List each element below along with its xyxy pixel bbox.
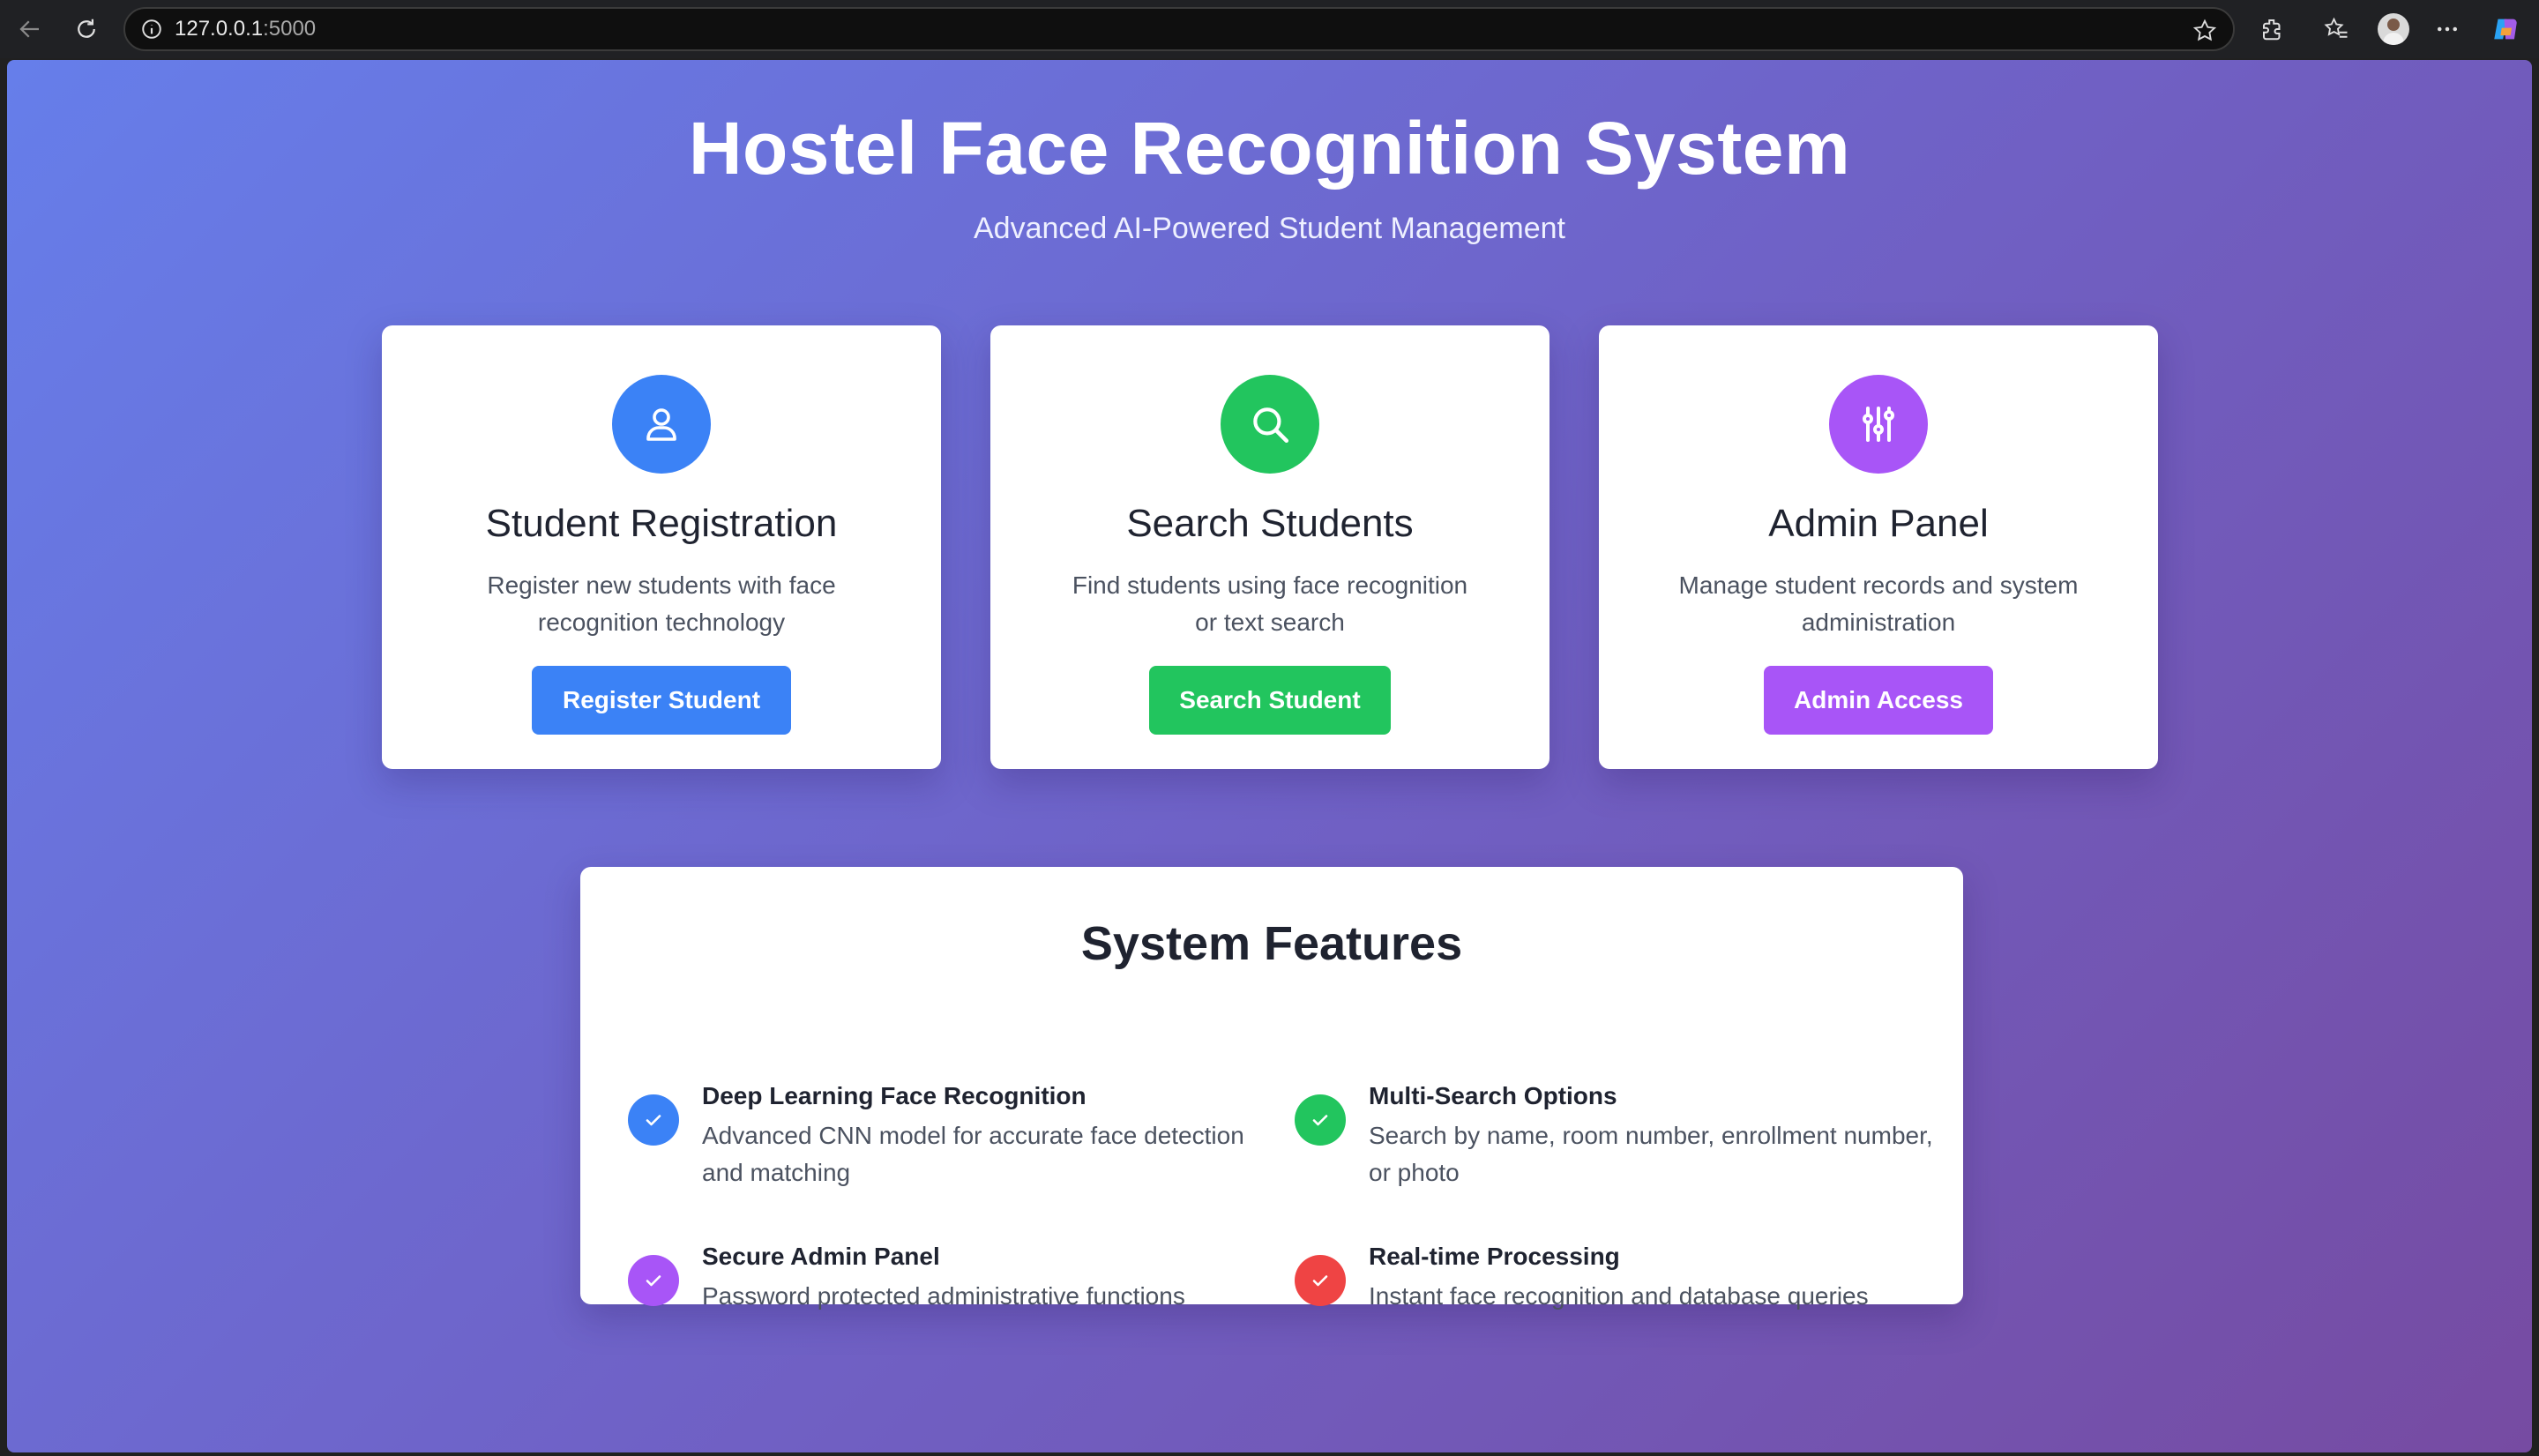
favorites-icon[interactable] xyxy=(2318,11,2355,48)
card-title: Admin Panel xyxy=(1768,502,1989,545)
search-student-button[interactable]: Search Student xyxy=(1149,666,1391,735)
feature-description: Instant face recognition and database qu… xyxy=(1369,1282,1869,1310)
site-info-icon[interactable] xyxy=(138,15,166,43)
page-title: Hostel Face Recognition System xyxy=(688,107,1851,190)
feature-name: Multi-Search Options xyxy=(1369,1082,1617,1109)
check-icon xyxy=(1295,1255,1346,1306)
reload-button[interactable] xyxy=(65,8,108,50)
card-title: Search Students xyxy=(1126,502,1414,545)
url-text: 127.0.0.1:5000 xyxy=(175,17,316,41)
star-icon[interactable] xyxy=(2189,15,2221,47)
url-port: :5000 xyxy=(263,17,317,41)
card-description: Manage student records and system admini… xyxy=(1678,571,2079,636)
check-icon xyxy=(1295,1094,1346,1146)
reload-icon xyxy=(78,19,95,38)
card-admin-panel: Admin Panel Manage student records and s… xyxy=(1599,325,2158,769)
system-features-panel: System Features Deep Learning Face Recog… xyxy=(580,867,1963,1310)
browser-toolbar: 127.0.0.1:5000 xyxy=(0,0,2539,58)
card-search-students: Search Students Find students using face… xyxy=(990,325,1550,769)
card-description: Find students using face recognition or … xyxy=(1072,571,1468,636)
feature-description: Search by name, room number, enrollment … xyxy=(1369,1122,1933,1186)
profile-avatar[interactable] xyxy=(2375,11,2412,48)
search-icon xyxy=(1221,375,1319,474)
feature-description: Advanced CNN model for accurate face det… xyxy=(702,1122,1244,1186)
card-description: Register new students with face recognit… xyxy=(487,571,836,636)
register-student-button[interactable]: Register Student xyxy=(532,666,791,735)
extensions-icon[interactable] xyxy=(2254,11,2291,48)
admin-access-button[interactable]: Admin Access xyxy=(1764,666,1993,735)
arrow-left-icon xyxy=(19,20,39,38)
features-title: System Features xyxy=(1080,917,1463,970)
check-icon xyxy=(628,1094,679,1146)
feature-description: Password protected administrative functi… xyxy=(702,1282,1185,1310)
card-student-registration: Student Registration Register new studen… xyxy=(382,325,941,769)
sliders-icon xyxy=(1829,375,1928,474)
feature-name: Real-time Processing xyxy=(1369,1243,1620,1270)
feature-name: Deep Learning Face Recognition xyxy=(702,1082,1087,1109)
copilot-icon[interactable] xyxy=(2487,11,2524,48)
feature-name: Secure Admin Panel xyxy=(702,1243,940,1270)
page-viewport: Hostel Face Recognition System Advanced … xyxy=(7,60,2532,1452)
address-bar[interactable]: 127.0.0.1:5000 xyxy=(123,7,2235,51)
page-subtitle: Advanced AI-Powered Student Management xyxy=(974,212,1565,245)
user-icon xyxy=(612,375,711,474)
card-title: Student Registration xyxy=(485,502,838,545)
more-menu-icon[interactable] xyxy=(2429,11,2466,48)
back-button[interactable] xyxy=(9,8,51,50)
url-host: 127.0.0.1 xyxy=(175,17,264,41)
check-icon xyxy=(628,1255,679,1306)
